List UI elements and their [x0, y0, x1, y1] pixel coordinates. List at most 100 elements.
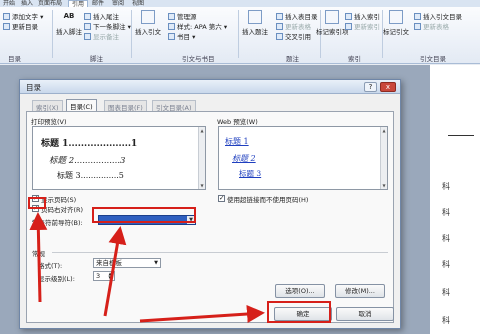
tab-insert[interactable]: 插入 — [21, 0, 33, 7]
document-line: 科 — [442, 182, 450, 191]
chevron-down-icon[interactable]: ▼ — [152, 259, 160, 267]
tab-page-layout[interactable]: 页面布局 — [38, 0, 62, 7]
show-levels-stepper[interactable]: 3 ▲ ▼ — [93, 271, 115, 281]
insert-index-button[interactable]: 插入索引 — [345, 11, 380, 21]
group-label-footnotes: 脚注 — [90, 55, 103, 63]
bibliography-label: 书目 — [177, 33, 190, 41]
scroll-down-icon[interactable]: ▼ — [199, 182, 205, 189]
insert-citation-button[interactable]: 插入引文 — [135, 10, 161, 36]
web-preview-heading-3[interactable]: 标题 3 — [239, 168, 261, 179]
insert-footnote-label: 插入脚注 — [56, 28, 82, 36]
citation-style-select[interactable]: 样式: APA 第六 ▾ — [168, 21, 227, 31]
insert-caption-label: 插入题注 — [242, 28, 268, 36]
ribbon-references: 添加文字 ▾ 更新目录 目录 AB 插入脚注 插入尾注 下一条脚注 ▾ 显示备注… — [0, 7, 480, 64]
print-preview-heading-2: 标题 2.................3 — [49, 156, 126, 166]
tab-view[interactable]: 视图 — [132, 0, 144, 7]
update-table-label: 更新表格 — [285, 23, 311, 31]
endnote-icon — [84, 13, 91, 20]
cancel-button[interactable]: 取消 — [336, 307, 394, 321]
document-line: 科 — [442, 234, 450, 243]
show-levels-label: 显示级别(L): — [38, 275, 75, 283]
insert-toa-button[interactable]: 插入引文目录 — [414, 11, 462, 21]
toc-dialog: 目录 ? x 索引(X) 目录(C) 图表目录(F) 引文目录(A) 打印预览(… — [19, 79, 401, 329]
help-button[interactable]: ? — [364, 82, 377, 92]
group-separator — [238, 10, 239, 58]
ok-button[interactable]: 确定 — [274, 307, 332, 321]
dialog-title-bar[interactable]: 目录 ? x — [20, 80, 400, 94]
web-preview-label: Web 预览(W) — [217, 118, 258, 126]
next-footnote-icon — [84, 23, 91, 30]
tab-review[interactable]: 审阅 — [112, 0, 124, 7]
ribbon-tab-bar: 开始 插入 页面布局 引用 邮件 审阅 视图 — [0, 0, 480, 8]
style-value: APA 第六 — [194, 23, 222, 31]
mark-entry-button[interactable]: 标记索引项 — [316, 10, 349, 36]
show-notes-button[interactable]: 显示备注 — [84, 31, 119, 41]
scroll-up-icon[interactable]: ▲ — [199, 127, 205, 134]
chevron-down-icon[interactable]: ▼ — [187, 216, 195, 224]
insert-caption-icon — [248, 10, 262, 24]
general-section-label: 常规 — [32, 250, 45, 258]
mark-entry-label: 标记索引项 — [316, 28, 349, 36]
insert-toa-label: 插入引文目录 — [423, 13, 462, 21]
tab-leader-label: 制表符前导符(B): — [32, 219, 83, 227]
update-toa-button[interactable]: 更新表格 — [414, 21, 449, 31]
insert-citation-icon — [141, 10, 155, 24]
formats-value: 来自模板 — [96, 259, 122, 267]
footnote-ab-icon: AB — [63, 12, 75, 20]
update-index-button[interactable]: 更新索引 — [345, 21, 380, 31]
manage-sources-button[interactable]: 管理源 — [168, 11, 197, 21]
spin-arrows-icon[interactable]: ▲ ▼ — [106, 272, 114, 280]
mark-citation-button[interactable]: 标记引文 — [383, 10, 409, 36]
tab-index[interactable]: 索引(X) — [32, 100, 63, 112]
mark-citation-label: 标记引文 — [383, 28, 409, 36]
update-toc-button[interactable]: 更新目录 — [3, 21, 38, 31]
insert-table-of-figures-button[interactable]: 插入表目录 — [276, 11, 318, 21]
insert-toa-icon — [414, 13, 421, 20]
formats-select[interactable]: 来自模板 ▼ — [93, 258, 161, 268]
insert-endnote-button[interactable]: 插入尾注 — [84, 11, 119, 21]
document-page[interactable]: 科 科 科 科 科 科 — [430, 65, 480, 334]
web-preview-heading-1[interactable]: 标题 1 — [225, 136, 249, 147]
dialog-title: 目录 — [26, 83, 41, 92]
next-footnote-button[interactable]: 下一条脚注 ▾ — [84, 21, 131, 31]
right-align-checkbox[interactable]: ✓ — [32, 205, 39, 212]
insert-index-icon — [345, 13, 352, 20]
scroll-down-icon[interactable]: ▼ — [381, 182, 387, 189]
document-line: 科 — [442, 316, 450, 325]
group-label-index: 索引 — [348, 55, 361, 63]
add-text-button[interactable]: 添加文字 ▾ — [3, 11, 43, 21]
bibliography-button[interactable]: 书目 ▾ — [168, 31, 195, 41]
group-label-citations: 引文与书目 — [182, 55, 215, 63]
tab-mailings[interactable]: 邮件 — [92, 0, 104, 7]
toc-tab-panel: 打印预览(V) 标题 1....................1 标题 2..… — [26, 111, 394, 323]
update-index-label: 更新索引 — [354, 23, 380, 31]
tab-table-of-authorities[interactable]: 引文目录(A) — [152, 100, 196, 112]
tab-leader-select[interactable]: ....... ▼ — [98, 215, 196, 225]
use-hyperlinks-checkbox[interactable]: ✓ — [218, 195, 225, 202]
scroll-up-icon[interactable]: ▲ — [381, 127, 387, 134]
tab-table-of-figures[interactable]: 图表目录(F) — [104, 100, 147, 112]
style-icon — [168, 23, 175, 30]
document-line: 科 — [442, 208, 450, 217]
update-table-button[interactable]: 更新表格 — [276, 21, 311, 31]
web-preview-scrollbar[interactable]: ▲ ▼ — [380, 127, 387, 189]
close-button[interactable]: x — [380, 82, 396, 92]
right-align-label: 页码右对齐(R) — [41, 206, 84, 214]
show-page-numbers-checkbox[interactable]: ✓ — [32, 195, 39, 202]
show-notes-label: 显示备注 — [93, 33, 119, 41]
document-line: 科 — [442, 288, 450, 297]
modify-button[interactable]: 修改(M)... — [335, 284, 385, 298]
update-toa-label: 更新表格 — [423, 23, 449, 31]
insert-endnote-label: 插入尾注 — [93, 13, 119, 21]
tab-home[interactable]: 开始 — [3, 0, 15, 7]
web-preview-heading-2[interactable]: 标题 2 — [232, 153, 256, 164]
cross-reference-button[interactable]: 交叉引用 — [276, 31, 311, 41]
group-label-captions: 题注 — [286, 55, 299, 63]
insert-table-of-figures-label: 插入表目录 — [285, 13, 318, 21]
update-table-icon — [276, 23, 283, 30]
print-preview-scrollbar[interactable]: ▲ ▼ — [198, 127, 205, 189]
insert-caption-button[interactable]: 插入题注 — [242, 10, 268, 36]
options-button[interactable]: 选项(O)... — [275, 284, 325, 298]
show-page-numbers-label: 显示页码(S) — [41, 196, 77, 204]
insert-footnote-button[interactable]: AB 插入脚注 — [56, 10, 82, 36]
